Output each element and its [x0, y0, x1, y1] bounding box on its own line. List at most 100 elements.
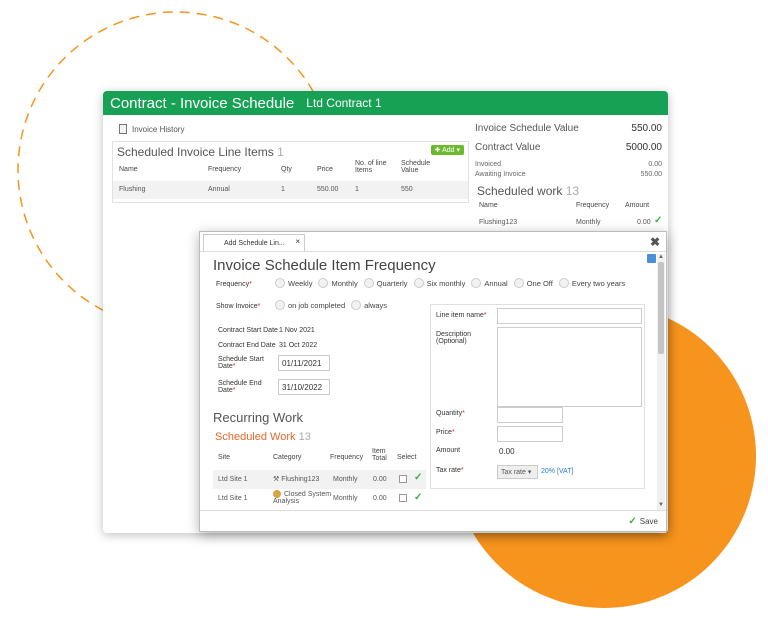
select-checkbox[interactable]	[399, 475, 407, 483]
save-button[interactable]: ✓ Save	[628, 516, 658, 527]
radio-circle	[275, 278, 285, 288]
radio-six-monthly[interactable]: Six monthly	[413, 278, 465, 288]
col-site: Site	[218, 454, 231, 461]
frequency-radio-group: Weekly Monthly Quarterly Six monthly Ann…	[275, 278, 631, 288]
check-icon[interactable]: ✓	[654, 215, 662, 226]
radio-always[interactable]: always	[351, 300, 387, 310]
sw-col-name: Name	[479, 202, 498, 209]
scroll-up-arrow-icon[interactable]: ▲	[658, 254, 664, 260]
line-item-name-input[interactable]	[497, 308, 642, 324]
radio-label: Monthly	[331, 278, 358, 288]
sw-col-amount: Amount	[625, 202, 650, 209]
close-icon[interactable]: ✖	[650, 235, 660, 249]
tax-select-text: Tax rate	[501, 469, 526, 476]
awaiting-invoice-value: 550.00	[640, 171, 662, 178]
radio-every-two-years[interactable]: Every two years	[558, 278, 625, 288]
price-label-text: Price	[436, 429, 452, 436]
tab-label: Add Schedule Lin...	[224, 240, 285, 247]
cell-site: Ltd Site 1	[218, 476, 248, 483]
schedule-end-label: Schedule End Date*	[218, 380, 273, 394]
radio-on-job-completed[interactable]: on job completed	[275, 300, 345, 310]
sw-cell-name: Flushing123	[479, 219, 518, 226]
check-icon: ✓	[628, 516, 637, 527]
cell-frequency: Monthly	[333, 495, 358, 502]
schedule-end-date-input[interactable]: 31/10/2022	[278, 379, 330, 395]
scroll-down-arrow-icon[interactable]: ▼	[658, 502, 664, 508]
sw-col-frequency: Frequency	[576, 202, 610, 209]
tax-rate-select[interactable]: Tax rate ▾	[497, 465, 538, 479]
tab-divider	[200, 251, 666, 252]
sil-title: Scheduled Invoice Line Items 1	[117, 145, 284, 159]
price-input[interactable]	[497, 426, 563, 442]
cell-total: 0.00	[373, 476, 387, 483]
invoice-schedule-value: 550.00	[631, 123, 662, 134]
category-text: Flushing123	[281, 476, 320, 483]
cell-qty: 1	[281, 186, 285, 193]
radio-annual[interactable]: Annual	[471, 278, 508, 288]
check-icon[interactable]: ✓	[414, 472, 422, 483]
frequency-label-text: Frequency	[216, 281, 250, 288]
required-marker: *	[451, 429, 455, 436]
add-button[interactable]: ✚ Add ▾	[430, 145, 464, 155]
radio-label: Annual	[484, 278, 508, 288]
tab-add-schedule-line[interactable]: Add Schedule Lin... ×	[203, 234, 305, 251]
quantity-input[interactable]	[497, 407, 563, 423]
radio-circle	[318, 278, 329, 288]
invoice-history-link[interactable]: Invoice History	[119, 124, 184, 134]
invoice-schedule-value-label: Invoice Schedule Value	[475, 123, 579, 134]
check-icon[interactable]: ✓	[414, 492, 422, 503]
radio-circle	[471, 278, 482, 288]
radio-circle	[363, 278, 374, 288]
cell-frequency: Monthly	[333, 476, 358, 483]
radio-one-off[interactable]: One Off	[513, 278, 553, 288]
required-marker: *	[483, 312, 487, 319]
cell-frequency: Annual	[208, 186, 230, 193]
tab-close-icon[interactable]: ×	[295, 237, 300, 246]
document-icon	[119, 124, 127, 134]
cell-category: Closed System Analysis	[273, 490, 333, 505]
radio-label: One Off	[526, 278, 553, 288]
radio-monthly[interactable]: Monthly	[318, 278, 358, 288]
scrollbar-thumb[interactable]	[658, 262, 664, 354]
sw-count: 13	[565, 184, 580, 198]
table-row[interactable]: Ltd Site 1 ⚒ Flushing123 Monthly 0.00 ✓	[213, 470, 426, 489]
col-category: Category	[273, 454, 302, 461]
cell-total: 0.00	[373, 495, 387, 502]
description-textarea[interactable]	[497, 327, 642, 407]
schedule-start-label-text: Schedule Start Date	[218, 356, 264, 370]
col-item-total: Item Total	[372, 448, 387, 462]
price-label: Price*	[436, 429, 455, 436]
radio-circle	[351, 300, 362, 310]
radio-label: always	[364, 300, 388, 310]
add-label: Add	[442, 147, 455, 154]
radio-weekly[interactable]: Weekly	[275, 278, 312, 288]
show-invoice-label-text: Show Invoice	[216, 303, 258, 310]
scheduled-work-title: Scheduled work 13	[477, 184, 579, 198]
show-invoice-radio-group: on job completed always	[275, 300, 393, 310]
required-marker: *	[462, 410, 465, 417]
table-row[interactable]: Ltd Site 1 Closed System Analysis Monthl…	[213, 490, 426, 509]
sw-cell-amount: 0.00	[637, 219, 651, 226]
select-checkbox[interactable]	[399, 494, 407, 502]
col-qty: Qty	[281, 166, 292, 173]
cell-name: Flushing	[119, 186, 146, 193]
radio-circle	[558, 278, 569, 288]
tax-value: 20% [VAT]	[541, 468, 574, 475]
amount-label: Amount	[436, 447, 461, 454]
sw-cell-frequency: Monthly	[576, 219, 601, 226]
scheduled-line-items-panel: Scheduled Invoice Line Items 1 ✚ Add ▾ N…	[112, 141, 469, 203]
line-item-name-label: Line item name*	[436, 312, 487, 319]
radio-circle	[413, 278, 424, 288]
col-frequency: Frequency	[330, 454, 364, 461]
table-row[interactable]: Flushing Annual 1 550.00 1 550	[113, 181, 468, 199]
col-schedule-value: Schedule Value	[401, 160, 431, 174]
sil-header-row: Name Frequency Qty Price No. of line Ite…	[113, 160, 468, 180]
contract-name: Ltd Contract 1	[306, 96, 382, 110]
tax-rate-label: Tax rate*	[436, 467, 464, 474]
category-text: Closed System Analysis	[273, 490, 332, 505]
info-icon[interactable]	[647, 254, 656, 263]
schedule-start-label: Schedule Start Date*	[218, 356, 273, 370]
schedule-start-date-input[interactable]: 01/11/2021	[278, 355, 330, 371]
col-line-items: No. of line Items	[355, 160, 387, 174]
radio-quarterly[interactable]: Quarterly	[363, 278, 408, 288]
